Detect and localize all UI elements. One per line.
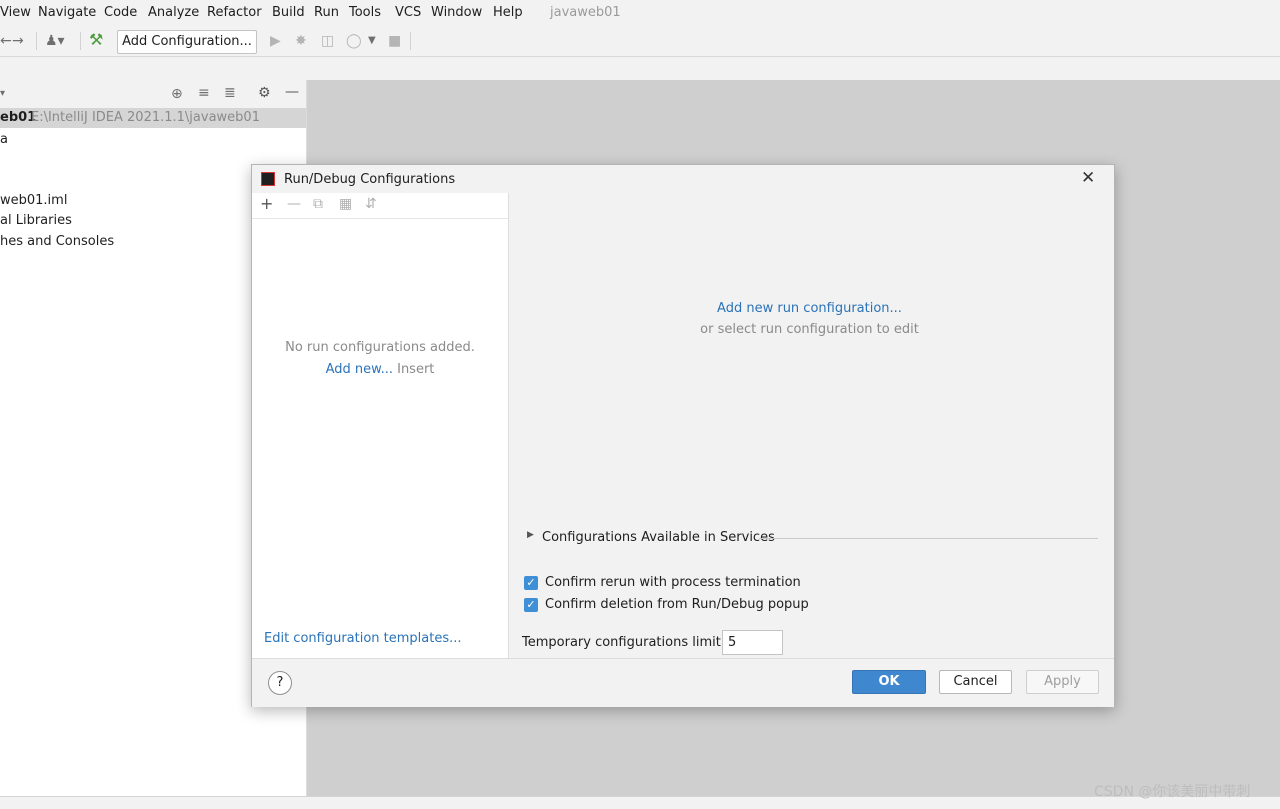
tree-item[interactable]: hes and Consoles (0, 234, 114, 249)
project-title: javaweb01 (550, 5, 621, 20)
configuration-editor: Add new run configuration... or select r… (509, 193, 1114, 658)
cancel-button[interactable]: Cancel (939, 670, 1012, 694)
project-root-path: E:\IntelliJ IDEA 2021.1.1\javaweb01 (31, 110, 260, 125)
empty-message: No run configurations added. (285, 340, 475, 355)
section-divider (759, 538, 1098, 539)
tree-item[interactable]: al Libraries (0, 213, 72, 228)
gear-icon[interactable]: ⚙ (258, 85, 271, 101)
run-debug-dialog: Run/Debug Configurations ✕ + — ⧉ ▦ ⇵ No … (251, 164, 1115, 707)
menu-code[interactable]: Code (104, 5, 137, 20)
forward-arrow-icon[interactable]: → (12, 33, 24, 49)
confirm-rerun-label: Confirm rerun with process termination (545, 575, 801, 590)
status-bar (0, 796, 1280, 809)
menu-vcs[interactable]: VCS (395, 5, 421, 20)
list-toolbar: + — ⧉ ▦ ⇵ (252, 193, 508, 219)
user-icon[interactable]: ♟▾ (45, 33, 65, 49)
remove-icon[interactable]: — (287, 196, 301, 212)
temp-limit-label: Temporary configurations limit: (522, 635, 726, 650)
sort-icon[interactable]: ⇵ (365, 196, 377, 212)
ok-button[interactable]: OK (852, 670, 926, 694)
watermark: CSDN @你该美丽中带刺 (1094, 784, 1251, 800)
menu-build[interactable]: Build (272, 5, 305, 20)
toolbar-separator (80, 32, 81, 50)
add-icon[interactable]: + (260, 194, 273, 213)
stop-icon[interactable]: ■ (388, 33, 401, 49)
services-section-label[interactable]: Configurations Available in Services (542, 530, 775, 545)
minimize-icon[interactable]: — (285, 84, 299, 100)
select-hint: or select run configuration to edit (700, 322, 919, 337)
debug-icon[interactable]: ✸ (295, 33, 307, 49)
temp-limit-input[interactable]: 5 (722, 630, 783, 655)
confirm-rerun-checkbox[interactable]: ✓ (524, 576, 538, 590)
menu-view[interactable]: View (0, 5, 31, 20)
confirm-deletion-label: Confirm deletion from Run/Debug popup (545, 597, 809, 612)
menu-run[interactable]: Run (314, 5, 339, 20)
menu-bar: View Navigate Code Analyze Refactor Buil… (0, 0, 1280, 26)
apply-button[interactable]: Apply (1026, 670, 1099, 694)
collapse-all-icon[interactable]: ≣ (224, 85, 236, 101)
copy-icon[interactable]: ⧉ (313, 196, 323, 212)
add-new-link[interactable]: Add new... (326, 362, 393, 377)
edit-templates-link[interactable]: Edit configuration templates... (264, 631, 462, 646)
run-icon[interactable]: ▶ (270, 33, 281, 49)
add-configuration-button[interactable]: Add Configuration... (117, 30, 257, 54)
configurations-list[interactable]: + — ⧉ ▦ ⇵ No run configurations added. A… (252, 193, 509, 658)
selected-tree-row[interactable]: eb01 E:\IntelliJ IDEA 2021.1.1\javaweb01 (0, 108, 306, 128)
intellij-logo-icon (261, 172, 275, 186)
insert-hint: Insert (397, 362, 435, 377)
project-panel-header: ▾ ⊕ ≡ ≣ ⚙ — (0, 80, 306, 108)
confirm-deletion-checkbox[interactable]: ✓ (524, 598, 538, 612)
chevron-right-icon[interactable]: ▶ (527, 530, 534, 540)
help-button[interactable]: ? (268, 671, 292, 695)
main-toolbar: ← → ♟▾ ⚒ Add Configuration... ▶ ✸ ◫ ◯ ▼ … (0, 26, 1280, 57)
menu-window[interactable]: Window (431, 5, 482, 20)
back-icon[interactable]: ← (0, 33, 12, 49)
toolbar-separator (36, 32, 37, 50)
dialog-footer: ? OK Cancel Apply (252, 658, 1114, 707)
chevron-down-icon[interactable]: ▾ (0, 86, 5, 102)
menu-refactor[interactable]: Refactor (207, 5, 262, 20)
menu-analyze[interactable]: Analyze (148, 5, 199, 20)
navigation-bar (0, 57, 1280, 81)
dialog-title: Run/Debug Configurations (284, 172, 456, 187)
tree-item[interactable]: web01.iml (0, 193, 67, 208)
menu-tools[interactable]: Tools (349, 5, 381, 20)
locate-icon[interactable]: ⊕ (171, 86, 183, 102)
toolbar-separator (410, 32, 411, 50)
build-hammer-icon[interactable]: ⚒ (89, 32, 103, 48)
expand-all-icon[interactable]: ≡ (198, 85, 210, 101)
chevron-down-icon[interactable]: ▼ (368, 33, 376, 49)
tree-item[interactable]: a (0, 132, 8, 147)
menu-navigate[interactable]: Navigate (38, 5, 96, 20)
profile-icon[interactable]: ◯ (346, 33, 362, 49)
menu-help[interactable]: Help (493, 5, 523, 20)
add-new-row: Add new... Insert (252, 362, 508, 377)
add-run-config-link[interactable]: Add new run configuration... (509, 301, 1110, 316)
folder-icon[interactable]: ▦ (339, 196, 352, 212)
close-icon[interactable]: ✕ (1081, 168, 1095, 188)
coverage-icon[interactable]: ◫ (321, 33, 334, 49)
